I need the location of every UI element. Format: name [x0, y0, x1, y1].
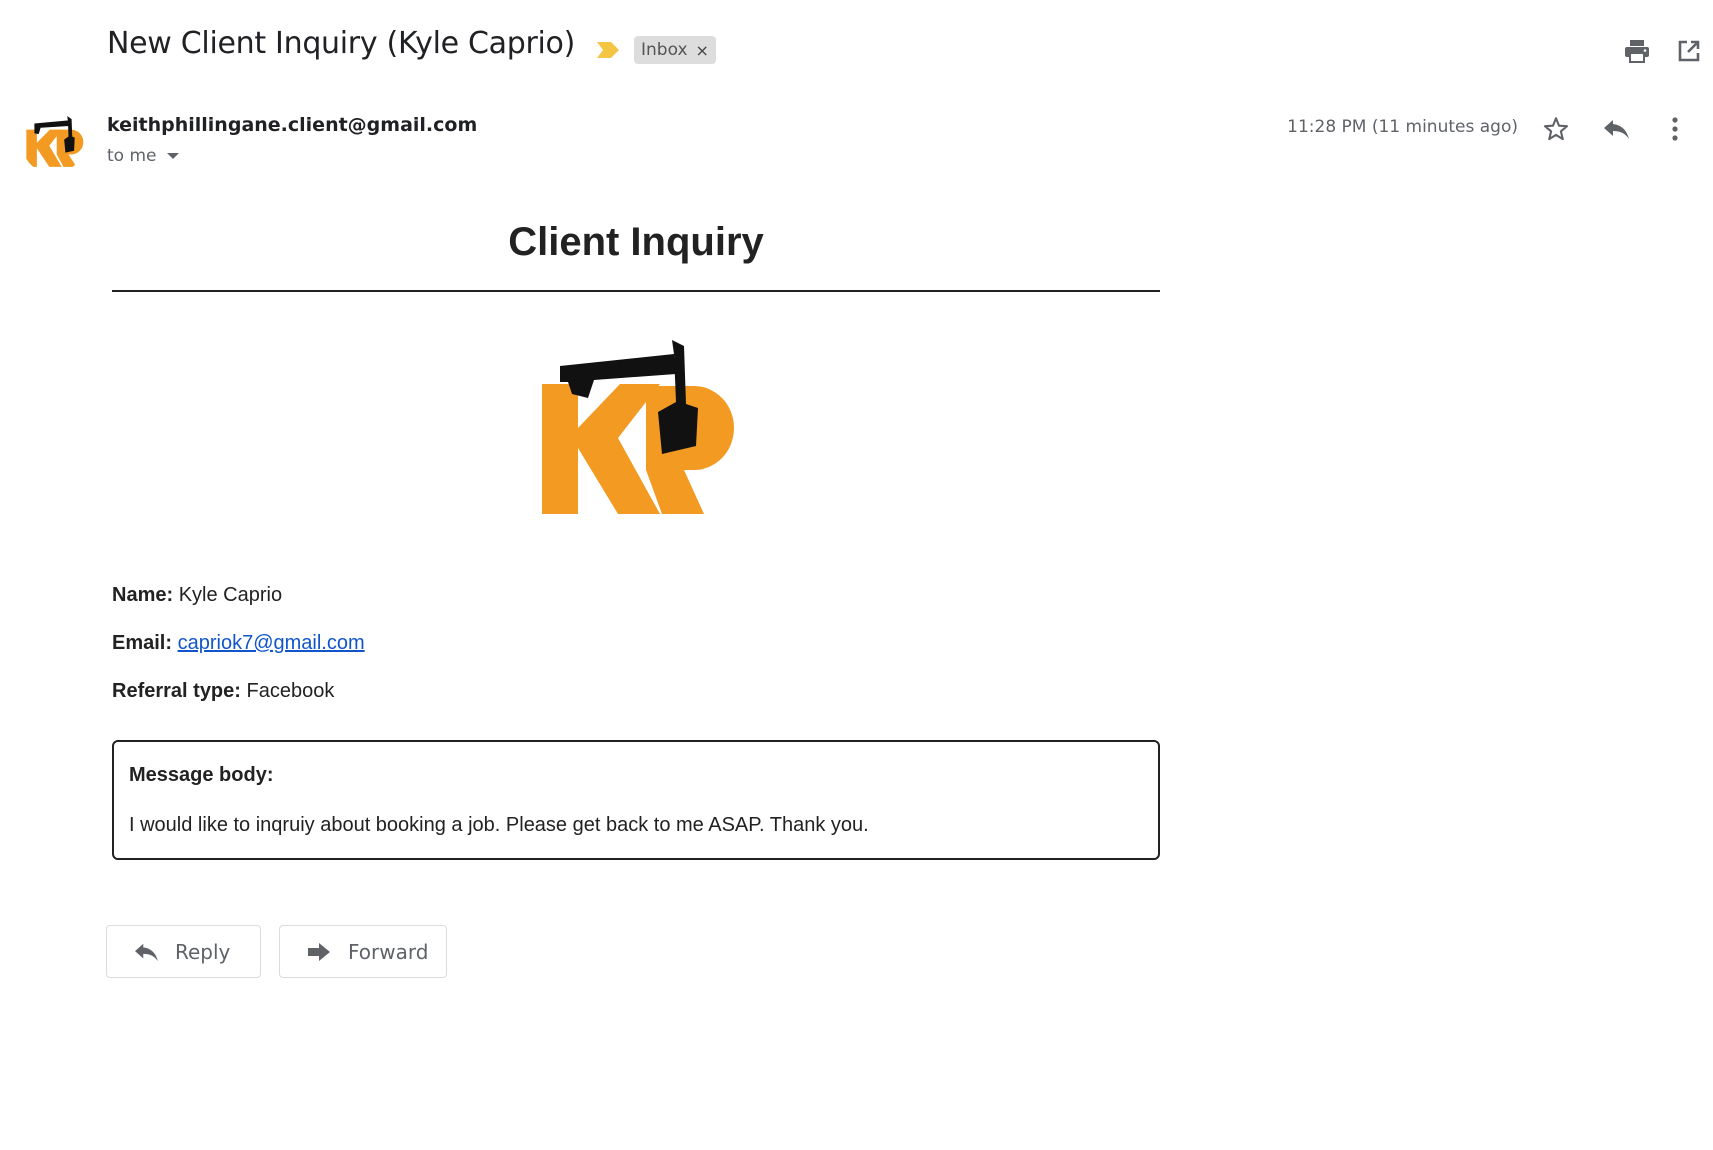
referral-field: Referral type: Facebook [112, 680, 334, 703]
company-logo [536, 336, 736, 518]
print-icon[interactable] [1622, 36, 1652, 66]
message-text: I would like to inqruiy about booking a … [129, 814, 869, 836]
more-vertical-icon[interactable] [1660, 114, 1690, 144]
reply-label: Reply [175, 939, 231, 964]
message-label: Message body: [129, 764, 274, 786]
email-label: Email: [112, 632, 173, 654]
name-field: Name: Kyle Caprio [112, 584, 282, 607]
referral-value: Facebook [246, 680, 335, 702]
open-in-new-icon[interactable] [1674, 36, 1704, 66]
reply-icon [131, 940, 161, 964]
sender-avatar [22, 112, 84, 174]
forward-button[interactable]: Forward [279, 925, 447, 978]
referral-label: Referral type: [112, 680, 241, 702]
email-field: Email: capriok7@gmail.com [112, 632, 365, 655]
star-icon[interactable] [1541, 114, 1571, 144]
reply-icon[interactable] [1601, 114, 1631, 144]
importance-marker-icon[interactable] [595, 40, 621, 60]
recipient-label: to me [107, 146, 157, 166]
email-link[interactable]: capriok7@gmail.com [178, 632, 365, 654]
message-box: Message body: I would like to inqruiy ab… [112, 740, 1160, 860]
recipient-details-toggle[interactable]: to me [107, 146, 179, 166]
email-subject: New Client Inquiry (Kyle Caprio) [107, 26, 576, 61]
email-timestamp: 11:28 PM (11 minutes ago) [1287, 117, 1518, 137]
name-label: Name: [112, 584, 174, 606]
forward-icon [304, 940, 334, 964]
forward-label: Forward [348, 939, 429, 964]
reply-button[interactable]: Reply [106, 925, 261, 978]
inbox-label-chip[interactable]: Inbox × [634, 36, 716, 64]
chevron-down-icon [166, 153, 179, 159]
divider [112, 290, 1160, 292]
name-value: Kyle Caprio [178, 584, 283, 606]
inbox-label-text: Inbox [641, 40, 688, 60]
sender-email: keithphillingane.client@gmail.com [107, 114, 478, 136]
body-title: Client Inquiry [508, 220, 764, 264]
remove-label-icon[interactable]: × [696, 41, 709, 60]
